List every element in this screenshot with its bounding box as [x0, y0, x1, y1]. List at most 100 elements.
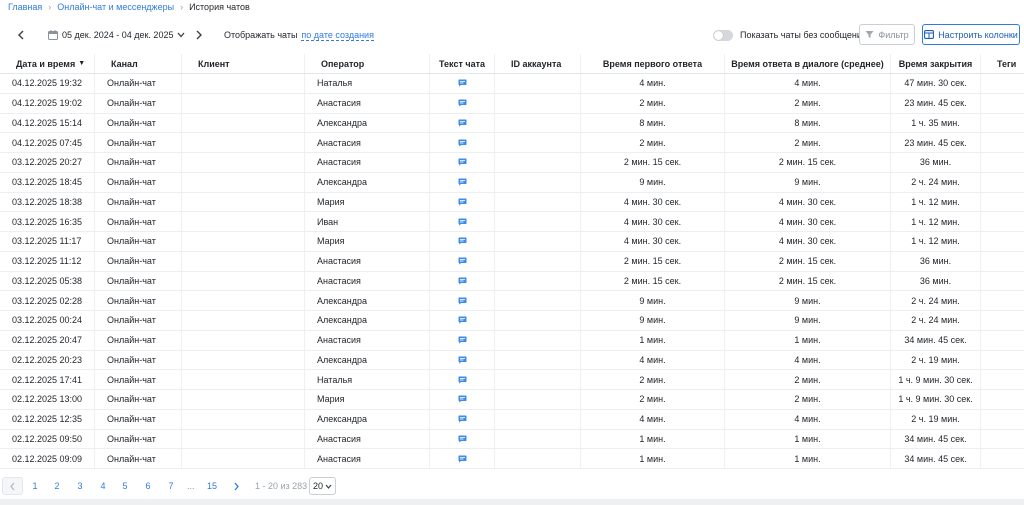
cell-account-id — [495, 429, 581, 449]
table-row[interactable]: 03.12.2025 16:35 Онлайн-чат Иван 4 мин. 30 … — [0, 212, 1024, 232]
filter-icon — [865, 31, 874, 38]
breadcrumb-section-link[interactable]: Онлайн-чат и мессенджеры — [57, 2, 174, 12]
configure-columns-label: Настроить колонки — [938, 29, 1018, 40]
chat-bubble-icon[interactable] — [457, 277, 467, 285]
cell-close-time: 2 ч. 19 мин. — [891, 350, 981, 370]
table-row[interactable]: 03.12.2025 11:17 Онлайн-чат Мария 4 мин. 30… — [0, 232, 1024, 252]
cell-first-response: 4 мин. 30 сек. — [581, 192, 725, 212]
table-row[interactable]: 02.12.2025 20:23 Онлайн-чат Александра 4 ми… — [0, 350, 1024, 371]
table-row[interactable]: 03.12.2025 00:24 Онлайн-чат Александра 9 ми… — [0, 311, 1024, 331]
table-row[interactable]: 03.12.2025 18:38 Онлайн-чат Мария 4 мин. 30… — [0, 192, 1024, 213]
chat-bubble-icon[interactable] — [457, 297, 467, 305]
pagination-next-chevron-right-icon[interactable] — [229, 477, 243, 495]
cell-operator: Анастасия — [305, 153, 430, 172]
chat-bubble-icon[interactable] — [457, 435, 467, 443]
column-header-avg-response[interactable]: Время ответа в диалоге (среднее) — [725, 54, 891, 73]
chat-bubble-icon[interactable] — [457, 257, 467, 265]
cell-channel: Онлайн-чат — [95, 330, 182, 350]
pagination-prev-chevron-left-icon[interactable] — [2, 477, 23, 495]
page-size-select[interactable]: 20 — [309, 477, 336, 495]
table-row[interactable]: 02.12.2025 09:50 Онлайн-чат Анастасия 1 мин… — [0, 429, 1024, 450]
chat-bubble-icon[interactable] — [457, 455, 467, 463]
cell-first-response: 2 мин. 15 сек. — [581, 251, 725, 271]
column-header-datetime[interactable]: Дата и время ▼ — [0, 54, 95, 73]
configure-columns-button[interactable]: Настроить колонки — [922, 24, 1020, 45]
display-by-link[interactable]: по дате создания — [301, 30, 374, 41]
cell-datetime: 02.12.2025 09:09 — [0, 449, 95, 468]
chat-bubble-icon[interactable] — [457, 178, 467, 186]
cell-close-time: 1 ч. 12 мин. — [891, 212, 981, 231]
pagination-page[interactable]: 5 — [118, 477, 132, 495]
cell-chat-text — [430, 350, 495, 370]
column-header-first-response[interactable]: Время первого ответа — [581, 54, 725, 73]
chat-bubble-icon[interactable] — [457, 376, 467, 384]
breadcrumb-home-link[interactable]: Главная — [8, 2, 42, 12]
cell-client — [182, 153, 305, 172]
chat-bubble-icon[interactable] — [457, 119, 467, 127]
cell-tags — [981, 212, 1024, 231]
cell-first-response: 9 мин. — [581, 291, 725, 310]
date-range-picker[interactable]: 05 дек. 2024 - 04 дек. 2025 — [48, 27, 185, 43]
show-empty-chats-toggle[interactable] — [713, 29, 733, 41]
chat-bubble-icon[interactable] — [457, 316, 467, 324]
cell-datetime: 04.12.2025 15:14 — [0, 113, 95, 133]
chat-bubble-icon[interactable] — [457, 218, 467, 226]
table-row[interactable]: 02.12.2025 17:41 Онлайн-чат Наталья 2 мин. 2… — [0, 370, 1024, 390]
pagination-page[interactable]: 7 — [164, 477, 178, 495]
table-row[interactable]: 03.12.2025 11:12 Онлайн-чат Анастасия 2 мин… — [0, 251, 1024, 272]
chat-bubble-icon[interactable] — [457, 99, 467, 107]
column-header-tags[interactable]: Теги — [981, 54, 1024, 73]
pagination-page[interactable]: 2 — [50, 477, 64, 495]
table-row[interactable]: 03.12.2025 18:45 Онлайн-чат Александра 9 ми… — [0, 172, 1024, 193]
table-row[interactable]: 04.12.2025 15:14 Онлайн-чат Александра 8 ми… — [0, 113, 1024, 134]
table-row[interactable]: 03.12.2025 20:27 Онлайн-чат Анастасия 2 мин… — [0, 153, 1024, 173]
chat-bubble-icon[interactable] — [457, 79, 467, 87]
column-header-chat-text[interactable]: Текст чата — [430, 54, 495, 73]
filter-button[interactable]: Фильтр — [859, 24, 915, 45]
chat-bubble-icon[interactable] — [457, 395, 467, 403]
table-row[interactable]: 04.12.2025 19:02 Онлайн-чат Анастасия 2 мин… — [0, 93, 1024, 114]
chat-bubble-icon[interactable] — [457, 198, 467, 206]
cell-operator: Анастасия — [305, 271, 430, 291]
chat-bubble-icon[interactable] — [457, 237, 467, 245]
cell-account-id — [495, 370, 581, 389]
column-header-account-id[interactable]: ID аккаунта — [495, 54, 581, 73]
table-body: 04.12.2025 19:32 Онлайн-чат Наталья 4 мин. 4… — [0, 74, 1024, 469]
cell-close-time: 34 мин. 45 сек. — [891, 330, 981, 350]
pagination-page[interactable]: 6 — [141, 477, 155, 495]
pagination-page[interactable]: 4 — [96, 477, 110, 495]
display-by-label: Отображать чаты — [224, 30, 298, 40]
chat-bubble-icon[interactable] — [457, 336, 467, 344]
table-row[interactable]: 02.12.2025 13:00 Онлайн-чат Мария 2 мин. 2 м… — [0, 390, 1024, 410]
horizontal-scrollbar[interactable] — [0, 499, 1024, 505]
table-row[interactable]: 04.12.2025 07:45 Онлайн-чат Анастасия 2 мин… — [0, 133, 1024, 153]
table-row[interactable]: 03.12.2025 02:28 Онлайн-чат Александра 9 ми… — [0, 291, 1024, 311]
cell-operator: Наталья — [305, 370, 430, 389]
cell-datetime: 03.12.2025 02:28 — [0, 291, 95, 310]
pagination-page-last[interactable]: 15 — [204, 477, 220, 495]
display-by: Отображать чаты по дате создания — [224, 27, 374, 43]
next-period-chevron-right-icon[interactable] — [191, 27, 207, 43]
column-header-close-time[interactable]: Время закрытия — [891, 54, 981, 73]
pagination-page[interactable]: 3 — [73, 477, 87, 495]
chat-bubble-icon[interactable] — [457, 139, 467, 147]
column-header-operator[interactable]: Оператор — [305, 54, 430, 73]
column-header-client[interactable]: Клиент — [182, 54, 305, 73]
cell-tags — [981, 272, 1024, 291]
cell-account-id — [495, 212, 581, 231]
table-row[interactable]: 02.12.2025 12:35 Онлайн-чат Александра 4 ми… — [0, 409, 1024, 430]
table-row[interactable]: 02.12.2025 09:09 Онлайн-чат Анастасия 1 мин… — [0, 449, 1024, 469]
cell-operator: Анастасия — [305, 429, 430, 449]
prev-period-chevron-left-icon[interactable] — [13, 27, 29, 43]
chat-bubble-icon[interactable] — [457, 356, 467, 364]
pagination-page[interactable]: 1 — [28, 477, 42, 495]
table-row[interactable]: 04.12.2025 19:32 Онлайн-чат Наталья 4 мин. 4… — [0, 74, 1024, 94]
table-row[interactable]: 02.12.2025 20:47 Онлайн-чат Анастасия 1 мин… — [0, 330, 1024, 351]
column-header-channel[interactable]: Канал — [95, 54, 182, 73]
table-row[interactable]: 03.12.2025 05:38 Онлайн-чат Анастасия 2 мин… — [0, 271, 1024, 292]
breadcrumb: Главная › Онлайн-чат и мессенджеры › Ист… — [8, 1, 250, 13]
chat-bubble-icon[interactable] — [457, 158, 467, 166]
chat-bubble-icon[interactable] — [457, 415, 467, 423]
cell-avg-response: 2 мин. — [725, 133, 891, 152]
cell-tags — [981, 351, 1024, 370]
